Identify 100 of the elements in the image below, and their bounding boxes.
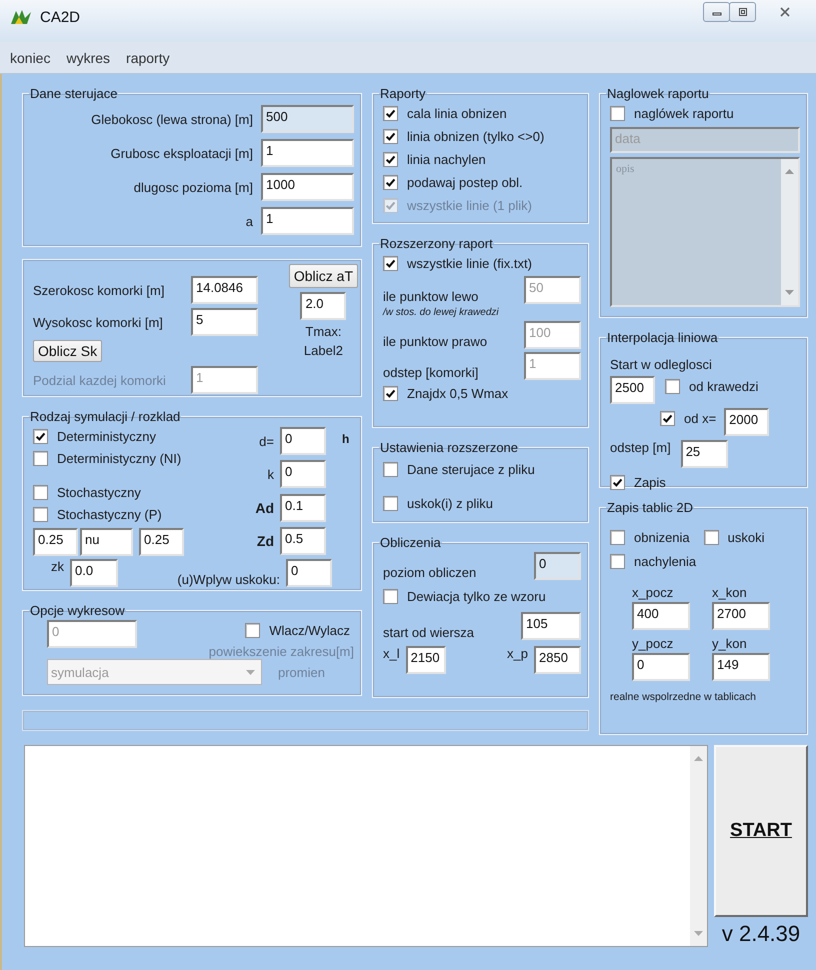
- text-field[interactable]: 2.0: [300, 292, 346, 320]
- scrollbar[interactable]: [690, 746, 707, 946]
- checkbox[interactable]: naglówek raportu: [610, 103, 734, 123]
- checkbox[interactable]: Deterministyczny (NI): [33, 448, 182, 468]
- text-field[interactable]: 5: [191, 308, 258, 336]
- minimize-button[interactable]: [703, 2, 730, 22]
- checkbox[interactable]: podawaj postep obl.: [383, 172, 523, 192]
- hint-text: realne wspolrzedne w tablicach: [610, 691, 757, 703]
- checkbox[interactable]: linia nachylen: [383, 149, 486, 169]
- check-icon: [35, 430, 46, 442]
- text-field[interactable]: 0: [286, 559, 332, 587]
- field-label: y_kon: [712, 636, 748, 651]
- checkbox[interactable]: Wlacz/Wylacz: [245, 620, 350, 640]
- text-field[interactable]: 2850: [534, 646, 581, 674]
- checkbox[interactable]: Stochastyczny (P): [33, 504, 162, 524]
- group-title: Zapis tablic 2D: [606, 500, 694, 515]
- checkbox[interactable]: uskoki: [704, 527, 765, 547]
- field-label: Grubosc eksploatacji [m]: [110, 146, 253, 160]
- group-title: Opcje wykresow: [29, 603, 126, 618]
- dropdown-arrow-icon: [246, 670, 255, 674]
- check-icon: [385, 258, 396, 268]
- text-field[interactable]: 105: [521, 612, 581, 640]
- close-icon: [779, 6, 791, 18]
- text-field[interactable]: 25: [680, 440, 728, 468]
- text-field[interactable]: 0: [280, 460, 326, 488]
- field-label: zk: [51, 559, 64, 574]
- checkbox[interactable]: od x=: [660, 408, 716, 428]
- checkbox[interactable]: od krawedzi: [665, 376, 758, 396]
- text-field[interactable]: 0: [280, 427, 326, 456]
- window-title: CA2D: [40, 8, 80, 26]
- check-icon: [385, 154, 396, 164]
- field-label: x_l: [383, 646, 400, 661]
- text-field[interactable]: 0: [632, 653, 690, 681]
- calculate-button[interactable]: Oblicz aT: [288, 264, 358, 288]
- field-label: Start w odleglosci: [610, 357, 713, 372]
- calculate-button[interactable]: Oblicz Sk: [33, 340, 102, 362]
- check-icon: [385, 130, 396, 142]
- text-field[interactable]: 0.25: [139, 528, 184, 556]
- text-field[interactable]: 2150: [406, 646, 446, 674]
- text-field[interactable]: 0: [534, 552, 581, 580]
- checkbox[interactable]: Dane sterujace z pliku: [383, 459, 535, 479]
- checkbox[interactable]: Znajdx 0,5 Wmax: [383, 383, 508, 403]
- text-field[interactable]: 0.1: [280, 494, 326, 522]
- field-label: Tmax:: [305, 324, 342, 339]
- text-field[interactable]: 149: [712, 653, 770, 681]
- checkbox[interactable]: Dewiacja tylko ze wzoru: [383, 586, 546, 606]
- checkbox[interactable]: Stochastyczny: [33, 482, 141, 502]
- field-label: x_p: [507, 646, 528, 661]
- maximize-button[interactable]: [729, 2, 756, 22]
- text-field[interactable]: 1: [261, 139, 354, 167]
- group-title: Raporty: [379, 86, 427, 101]
- hint-text: /w stos. do lewej krawedzi: [383, 307, 500, 318]
- maximize-icon: [738, 7, 748, 17]
- field-label: x_kon: [712, 585, 748, 600]
- checkbox[interactable]: nachylenia: [610, 551, 696, 571]
- menu-item[interactable]: koniec: [4, 46, 56, 68]
- field-label: a: [246, 214, 253, 228]
- text-field[interactable]: 0.5: [280, 526, 326, 555]
- field-label: Glebokosc (lewa strona) [m]: [91, 112, 253, 126]
- field-label: Wysokosc komorki [m]: [33, 314, 164, 330]
- field-label: odstep [komorki]: [383, 365, 478, 380]
- menu-item[interactable]: wykres: [60, 46, 116, 68]
- field-label: start od wiersza: [383, 625, 474, 640]
- group-title: Rozszerzony raport: [379, 236, 494, 251]
- text-field[interactable]: 2500: [610, 376, 655, 404]
- checkbox[interactable]: Deterministyczny: [33, 426, 156, 446]
- text-field[interactable]: 2000: [724, 408, 770, 436]
- field-label: x_pocz: [632, 585, 674, 600]
- text-field[interactable]: nu: [80, 528, 133, 556]
- text-field[interactable]: 2700: [712, 602, 770, 630]
- text-field[interactable]: 14.0846: [191, 276, 258, 304]
- text-field[interactable]: 1: [261, 207, 354, 235]
- text-field[interactable]: 0.0: [70, 559, 118, 587]
- checkbox[interactable]: obnizenia: [610, 527, 690, 547]
- field-label: ile punktow prawo: [383, 334, 488, 349]
- checkbox[interactable]: uskok(i) z pliku: [383, 493, 493, 513]
- field-label: ile punktow lewo: [383, 289, 478, 304]
- field-label: d=: [259, 434, 274, 449]
- checkbox[interactable]: wszystkie linie (fix.txt): [383, 253, 532, 273]
- checkbox[interactable]: cala linia obnizen: [383, 103, 507, 123]
- menu-item[interactable]: raporty: [120, 46, 176, 68]
- check-icon: [662, 412, 673, 424]
- field-label: Ad: [255, 500, 274, 516]
- group-title: Rodzaj symulacji / rozklad: [29, 409, 182, 424]
- field-label: powiekszenie zakresu[m]: [208, 644, 354, 659]
- field-label: y_pocz: [632, 636, 674, 651]
- scroll-up-icon: [785, 169, 794, 174]
- field-label: dlugosc pozioma [m]: [134, 180, 253, 194]
- start-button[interactable]: START: [714, 745, 808, 917]
- app-icon: [10, 8, 32, 26]
- text-field[interactable]: 500: [261, 105, 354, 133]
- field-label: (u)Wplyw uskoku:: [177, 572, 280, 587]
- scroll-up-icon: [694, 756, 703, 761]
- text-field[interactable]: 0.25: [33, 528, 78, 556]
- checkbox[interactable]: Zapis: [610, 472, 666, 492]
- group-title: Ustawienia rozszerzone: [379, 440, 520, 455]
- text-field[interactable]: 1000: [261, 173, 354, 201]
- text-field[interactable]: 400: [632, 602, 690, 630]
- checkbox[interactable]: linia obnizen (tylko <>0): [383, 126, 544, 146]
- field-label: h: [341, 432, 350, 446]
